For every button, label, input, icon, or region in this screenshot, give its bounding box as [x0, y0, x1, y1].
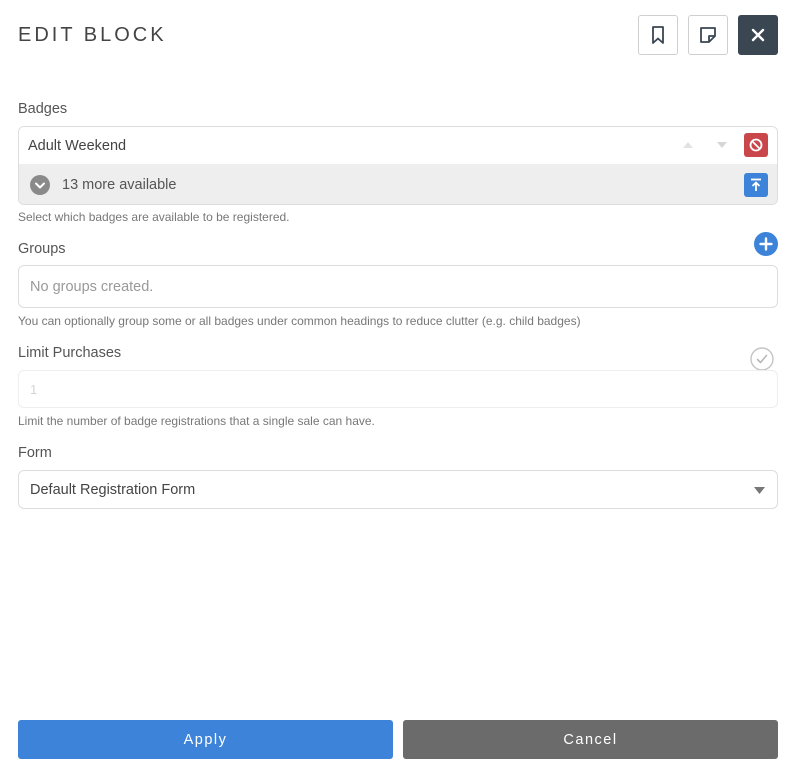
add-all-button[interactable] — [744, 173, 768, 197]
limit-help: Limit the number of badge registrations … — [18, 414, 375, 428]
limit-value: 1 — [30, 381, 38, 397]
dialog-title: EDIT BLOCK — [18, 24, 167, 46]
apply-button[interactable]: Apply — [18, 720, 393, 759]
caret-down-icon — [717, 142, 727, 148]
ban-icon — [749, 138, 763, 152]
chevron-down-circle-icon[interactable] — [30, 175, 50, 195]
more-available-text: 13 more available — [62, 177, 177, 193]
groups-label: Groups — [18, 241, 66, 257]
form-selected: Default Registration Form — [30, 481, 196, 498]
bookmark-button[interactable] — [638, 15, 678, 55]
groups-box: No groups created. — [18, 265, 778, 308]
groups-placeholder: No groups created. — [30, 278, 154, 295]
caret-up-icon — [683, 142, 693, 148]
form-label: Form — [18, 445, 52, 461]
form-select[interactable]: Default Registration Form — [18, 470, 778, 509]
sticky-note-icon — [700, 27, 716, 43]
move-down-button[interactable] — [710, 133, 734, 157]
bookmark-icon — [652, 26, 664, 44]
badges-help: Select which badges are available to be … — [18, 210, 290, 224]
caret-down-icon — [754, 487, 765, 494]
limit-label: Limit Purchases — [18, 345, 122, 361]
add-group-button[interactable] — [754, 232, 778, 256]
close-button[interactable] — [738, 15, 778, 55]
groups-help: You can optionally group some or all bad… — [18, 314, 581, 328]
remove-badge-button[interactable] — [744, 133, 768, 157]
badge-name: Adult Weekend — [28, 137, 127, 154]
plus-circle-icon — [754, 232, 778, 256]
cancel-button[interactable]: Cancel — [403, 720, 778, 759]
upload-icon — [751, 178, 761, 191]
badges-label: Badges — [18, 101, 68, 117]
close-icon — [751, 28, 765, 42]
badge-row: Adult Weekend — [19, 127, 777, 164]
badges-list: Adult Weekend 13 more available — [18, 126, 778, 205]
limit-toggle[interactable] — [750, 347, 774, 371]
limit-input[interactable]: 1 — [18, 370, 778, 408]
check-circle-icon — [750, 347, 774, 371]
move-up-button[interactable] — [676, 133, 700, 157]
more-available-row[interactable]: 13 more available — [19, 164, 777, 204]
note-button[interactable] — [688, 15, 728, 55]
